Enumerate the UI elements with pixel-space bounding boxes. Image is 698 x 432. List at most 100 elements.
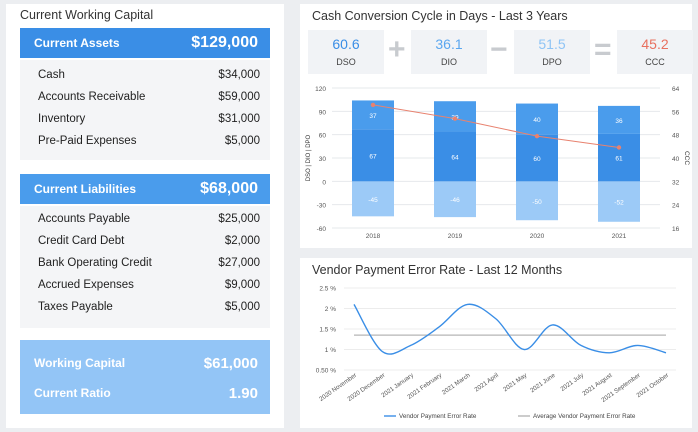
vendor-line-chart: 2.5 %2 %1.5 %1 %0.50 %2020 November2020 …	[316, 286, 676, 420]
ccc-kpi: 45.2 CCC	[617, 30, 693, 74]
data-label: -52	[614, 200, 624, 207]
y-tick-label: 0.50 %	[316, 368, 336, 375]
dio-kpi: 36.1 DIO	[411, 30, 487, 74]
y-tick-label: 1 %	[325, 347, 336, 354]
y2-axis-label: CCC	[683, 151, 690, 165]
legend-label: Average Vendor Payment Error Rate	[533, 413, 636, 420]
y-tick-label: 0	[322, 179, 326, 186]
item-name: Taxes Payable	[38, 301, 113, 313]
item-value: $31,000	[218, 113, 260, 125]
list-item: Pre-Paid Expenses $5,000	[38, 130, 260, 152]
x-tick-label: 2018	[366, 233, 381, 240]
item-value: $34,000	[218, 69, 260, 81]
current-assets-label: Current Assets	[34, 36, 120, 50]
y-tick-label: 1.5 %	[319, 327, 336, 334]
list-item: Credit Card Debt $2,000	[38, 230, 260, 252]
item-value: $59,000	[218, 91, 260, 103]
ccc-point	[370, 102, 376, 108]
item-value: $27,000	[218, 257, 260, 269]
list-item: Inventory $31,000	[38, 108, 260, 130]
item-name: Credit Card Debt	[38, 235, 125, 247]
ccc-point	[534, 133, 540, 139]
dio-label: DIO	[440, 57, 457, 67]
dio-value: 36.1	[435, 36, 463, 52]
working-capital-summary: Working Capital $61,000 Current Ratio 1.…	[20, 340, 270, 414]
y2-tick-label: 56	[672, 109, 680, 116]
dso-value: 60.6	[332, 36, 360, 52]
current-ratio-value: 1.90	[228, 384, 258, 402]
equals-icon: =	[594, 33, 612, 66]
data-label: 67	[369, 153, 377, 160]
y2-tick-label: 24	[672, 203, 680, 210]
ccc-point	[616, 145, 622, 150]
x-tick-label: 2021 May	[502, 371, 529, 393]
legend-label: Vendor Payment Error Rate	[399, 413, 477, 420]
item-value: $9,000	[224, 279, 260, 291]
data-label: -46	[450, 197, 460, 204]
y-tick-label: -30	[317, 203, 327, 210]
y-tick-label: -60	[317, 226, 327, 233]
y2-tick-label: 16	[672, 226, 680, 233]
vendor-panel: Vendor Payment Error Rate - Last 12 Mont…	[300, 258, 692, 428]
vendor-title: Vendor Payment Error Rate - Last 12 Mont…	[312, 263, 563, 277]
data-label: -45	[368, 197, 378, 204]
x-tick-label: 2021 April	[473, 372, 500, 394]
dpo-kpi: 51.5 DPO	[514, 30, 590, 74]
current-liabilities-header: Current Liabilities $68,000	[20, 174, 270, 204]
dpo-label: DPO	[542, 57, 562, 67]
list-item: Accounts Receivable $59,000	[38, 86, 260, 108]
data-label: 37	[369, 113, 377, 120]
list-item: Accounts Payable $25,000	[38, 208, 260, 230]
item-name: Cash	[38, 69, 65, 81]
item-name: Pre-Paid Expenses	[38, 135, 137, 147]
item-value: $2,000	[224, 235, 260, 247]
ccc-title: Cash Conversion Cycle in Days - Last 3 Y…	[312, 9, 568, 23]
ccc-label: CCC	[645, 57, 665, 67]
minus-icon: −	[490, 33, 508, 66]
working-capital-value: $61,000	[203, 354, 258, 372]
y2-tick-label: 32	[672, 179, 680, 186]
item-name: Accounts Payable	[38, 213, 131, 225]
working-capital-label: Working Capital	[34, 356, 126, 370]
ccc-bar-chart: 120 90 60 30 0 -30 -60 64 56 48 40 32 24 16 DSO | DIO …	[306, 86, 690, 240]
y-tick-label: 60	[319, 133, 327, 140]
data-label: 40	[533, 117, 541, 124]
dso-label: DSO	[336, 57, 356, 67]
data-label: 61	[615, 156, 623, 163]
y-tick-label: 2 %	[325, 306, 336, 313]
y2-tick-label: 64	[672, 86, 680, 93]
list-item: Bank Operating Credit $27,000	[38, 252, 260, 274]
current-liabilities-label: Current Liabilities	[34, 182, 137, 196]
current-ratio-label: Current Ratio	[34, 386, 111, 400]
data-label: -50	[532, 199, 542, 206]
current-liabilities-total: $68,000	[200, 180, 258, 197]
working-capital-title: Current Working Capital	[20, 8, 154, 22]
item-name: Bank Operating Credit	[38, 257, 152, 269]
x-tick-label: 2021 March	[441, 372, 472, 397]
y-tick-label: 30	[319, 156, 327, 163]
x-tick-label: 2019	[448, 233, 463, 240]
y-tick-label: 2.5 %	[319, 286, 336, 293]
plus-icon: +	[388, 33, 406, 66]
x-tick-label: 2020	[530, 233, 545, 240]
y-axis-label: DSO | DIO | DPO	[306, 134, 312, 181]
y-tick-label: 120	[315, 86, 326, 93]
x-tick-label: 2021	[612, 233, 627, 240]
y-tick-label: 90	[319, 109, 327, 116]
item-value: $5,000	[224, 301, 260, 313]
ccc-panel: Cash Conversion Cycle in Days - Last 3 Y…	[300, 4, 693, 248]
data-label: 60	[533, 156, 541, 163]
ccc-value: 45.2	[641, 36, 669, 52]
list-item: Taxes Payable $5,000	[38, 296, 260, 318]
y2-tick-label: 48	[672, 133, 680, 140]
current-assets-total: $129,000	[191, 34, 258, 51]
dpo-value: 51.5	[538, 36, 566, 52]
item-name: Accounts Receivable	[38, 91, 146, 103]
x-tick-label: 2021 June	[529, 372, 557, 395]
item-name: Accrued Expenses	[38, 279, 134, 291]
dso-kpi: 60.6 DSO	[308, 30, 384, 74]
ccc-point	[452, 116, 458, 121]
current-assets-header: Current Assets $129,000	[20, 28, 270, 58]
current-liabilities-list: Accounts Payable $25,000 Credit Card Debt…	[20, 206, 270, 328]
item-name: Inventory	[38, 113, 86, 125]
